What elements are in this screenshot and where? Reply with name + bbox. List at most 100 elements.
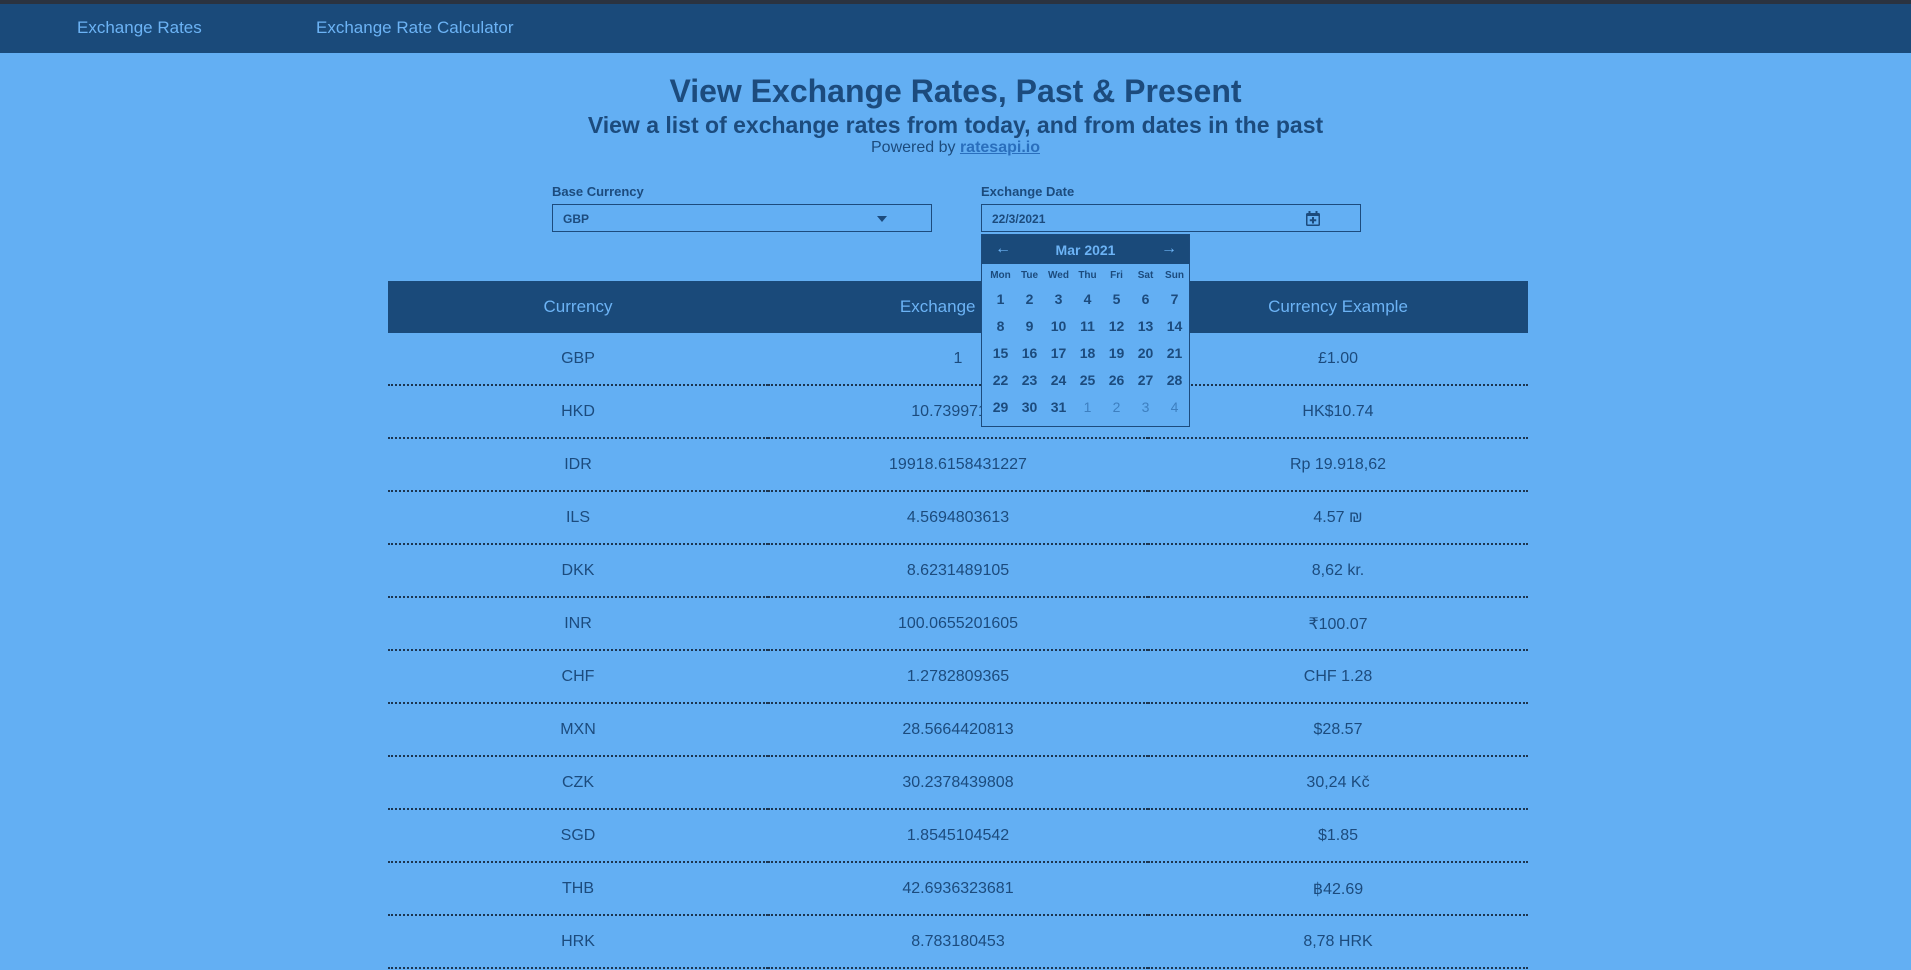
- calendar-day[interactable]: 19: [1102, 342, 1131, 364]
- cell-currency-code: INR: [388, 597, 768, 651]
- calendar-day[interactable]: 12: [1102, 315, 1131, 337]
- calendar-day[interactable]: 10: [1044, 315, 1073, 337]
- calendar-day[interactable]: 22: [986, 369, 1015, 391]
- cell-currency-example: 8,78 HRK: [1148, 915, 1528, 969]
- ratesapi-link[interactable]: ratesapi.io: [960, 139, 1040, 156]
- calendar-day[interactable]: 27: [1131, 369, 1160, 391]
- cell-currency-code: DKK: [388, 544, 768, 598]
- calendar-day[interactable]: 18: [1073, 342, 1102, 364]
- cell-currency-code: CHF: [388, 650, 768, 704]
- cell-currency-example: $1.85: [1148, 809, 1528, 863]
- calendar-day[interactable]: 17: [1044, 342, 1073, 364]
- weekday-label: Sat: [1137, 270, 1154, 281]
- cell-exchange-rate: 8.6231489105: [768, 544, 1148, 598]
- cell-currency-example: 30,24 Kč: [1148, 756, 1528, 810]
- calendar-day[interactable]: 11: [1073, 315, 1102, 337]
- cell-currency-code: HKD: [388, 385, 768, 439]
- chevron-down-icon: [877, 216, 887, 222]
- exchange-date-label: Exchange Date: [981, 184, 1075, 199]
- calendar-day[interactable]: 20: [1131, 342, 1160, 364]
- exchange-rates-body: GBP 1 £1.00 HKD 10.73997191 HK$10.74 IDR 19918.…: [388, 333, 1528, 969]
- cell-currency-code: SGD: [388, 809, 768, 863]
- table-row: HKD 10.73997191 HK$10.74: [388, 385, 1528, 439]
- cell-currency-example: 4.57 ₪: [1148, 491, 1528, 545]
- cell-exchange-rate: 100.0655201605: [768, 597, 1148, 651]
- nav-link-exchange-rate-calculator[interactable]: Exchange Rate Calculator: [316, 18, 514, 38]
- column-header-currency-example: Currency Example: [1148, 281, 1528, 333]
- calendar-day[interactable]: 7: [1160, 288, 1189, 310]
- calendar-day[interactable]: 29: [986, 396, 1015, 418]
- cell-currency-example: Rp 19.918,62: [1148, 438, 1528, 492]
- calendar-day-next-month[interactable]: 4: [1160, 396, 1189, 418]
- calendar-day[interactable]: 4: [1073, 288, 1102, 310]
- calendar-day[interactable]: 8: [986, 315, 1015, 337]
- calendar-day[interactable]: 13: [1131, 315, 1160, 337]
- table-row: INR 100.0655201605 ₹100.07: [388, 597, 1528, 651]
- exchange-rates-table: Currency Exchange Rate Currency Example …: [388, 281, 1528, 969]
- weekday-label: Fri: [1110, 270, 1123, 281]
- arrow-right-icon[interactable]: →: [1161, 240, 1177, 258]
- calendar-day[interactable]: 28: [1160, 369, 1189, 391]
- calendar-day[interactable]: 9: [1015, 315, 1044, 337]
- calendar-day[interactable]: 1: [986, 288, 1015, 310]
- calendar-day[interactable]: 15: [986, 342, 1015, 364]
- table-row: DKK 8.6231489105 8,62 kr.: [388, 544, 1528, 598]
- table-row: SGD 1.8545104542 $1.85: [388, 809, 1528, 863]
- cell-currency-code: IDR: [388, 438, 768, 492]
- cell-currency-example: ฿42.69: [1148, 862, 1528, 916]
- cell-exchange-rate: 1.8545104542: [768, 809, 1148, 863]
- table-row: MXN 28.5664420813 $28.57: [388, 703, 1528, 757]
- calendar-day[interactable]: 6: [1131, 288, 1160, 310]
- base-currency-select[interactable]: GBP: [552, 204, 932, 232]
- cell-currency-example: ₹100.07: [1148, 597, 1528, 651]
- calendar-day-next-month[interactable]: 1: [1073, 396, 1102, 418]
- table-header-row: Currency Exchange Rate Currency Example: [388, 281, 1528, 333]
- cell-currency-code: HRK: [388, 915, 768, 969]
- table-row: CHF 1.2782809365 CHF 1.28: [388, 650, 1528, 704]
- cell-exchange-rate: 1.2782809365: [768, 650, 1148, 704]
- cell-exchange-rate: 42.6936323681: [768, 862, 1148, 916]
- cell-currency-example: $28.57: [1148, 703, 1528, 757]
- cell-currency-code: CZK: [388, 756, 768, 810]
- calendar-day[interactable]: 2: [1015, 288, 1044, 310]
- cell-currency-example: 8,62 kr.: [1148, 544, 1528, 598]
- table-row: IDR 19918.6158431227 Rp 19.918,62: [388, 438, 1528, 492]
- powered-by: Powered by ratesapi.io: [0, 139, 1911, 157]
- cell-currency-code: ILS: [388, 491, 768, 545]
- calendar-header: ← Mar 2021 →: [982, 235, 1189, 264]
- page-title: View Exchange Rates, Past & Present: [669, 73, 1242, 109]
- cell-currency-example: CHF 1.28: [1148, 650, 1528, 704]
- calendar-icon[interactable]: [1306, 211, 1320, 226]
- calendar-day[interactable]: 24: [1044, 369, 1073, 391]
- calendar-day[interactable]: 5: [1102, 288, 1131, 310]
- base-currency-label: Base Currency: [552, 184, 644, 199]
- table-row: HRK 8.783180453 8,78 HRK: [388, 915, 1528, 969]
- exchange-date-input[interactable]: 22/3/2021: [981, 204, 1361, 232]
- powered-by-prefix: Powered by: [871, 139, 956, 156]
- calendar-day[interactable]: 26: [1102, 369, 1131, 391]
- weekday-label: Thu: [1078, 270, 1097, 281]
- weekday-label: Tue: [1020, 270, 1039, 281]
- calendar-day[interactable]: 25: [1073, 369, 1102, 391]
- cell-currency-code: THB: [388, 862, 768, 916]
- base-currency-value: GBP: [563, 212, 590, 226]
- cell-exchange-rate: 30.2378439808: [768, 756, 1148, 810]
- cell-exchange-rate: 28.5664420813: [768, 703, 1148, 757]
- calendar-day-next-month[interactable]: 2: [1102, 396, 1131, 418]
- nav-link-exchange-rates[interactable]: Exchange Rates: [77, 18, 202, 38]
- table-row: GBP 1 £1.00: [388, 333, 1528, 386]
- calendar-day[interactable]: 30: [1015, 396, 1044, 418]
- column-header-currency: Currency: [388, 281, 768, 333]
- calendar-day[interactable]: 23: [1015, 369, 1044, 391]
- calendar-day[interactable]: 14: [1160, 315, 1189, 337]
- exchange-date-value: 22/3/2021: [992, 212, 1046, 226]
- navbar: Exchange Rates Exchange Rate Calculator: [0, 4, 1911, 53]
- calendar-day-next-month[interactable]: 3: [1131, 396, 1160, 418]
- date-picker-popup: ← Mar 2021 → Mon Tue Wed Thu Fri Sat Sun 1 2 3 4 5 6…: [981, 234, 1190, 427]
- cell-exchange-rate: 19918.6158431227: [768, 438, 1148, 492]
- calendar-day[interactable]: 16: [1015, 342, 1044, 364]
- calendar-day[interactable]: 31: [1044, 396, 1073, 418]
- calendar-day[interactable]: 3: [1044, 288, 1073, 310]
- table-row: CZK 30.2378439808 30,24 Kč: [388, 756, 1528, 810]
- calendar-day[interactable]: 21: [1160, 342, 1189, 364]
